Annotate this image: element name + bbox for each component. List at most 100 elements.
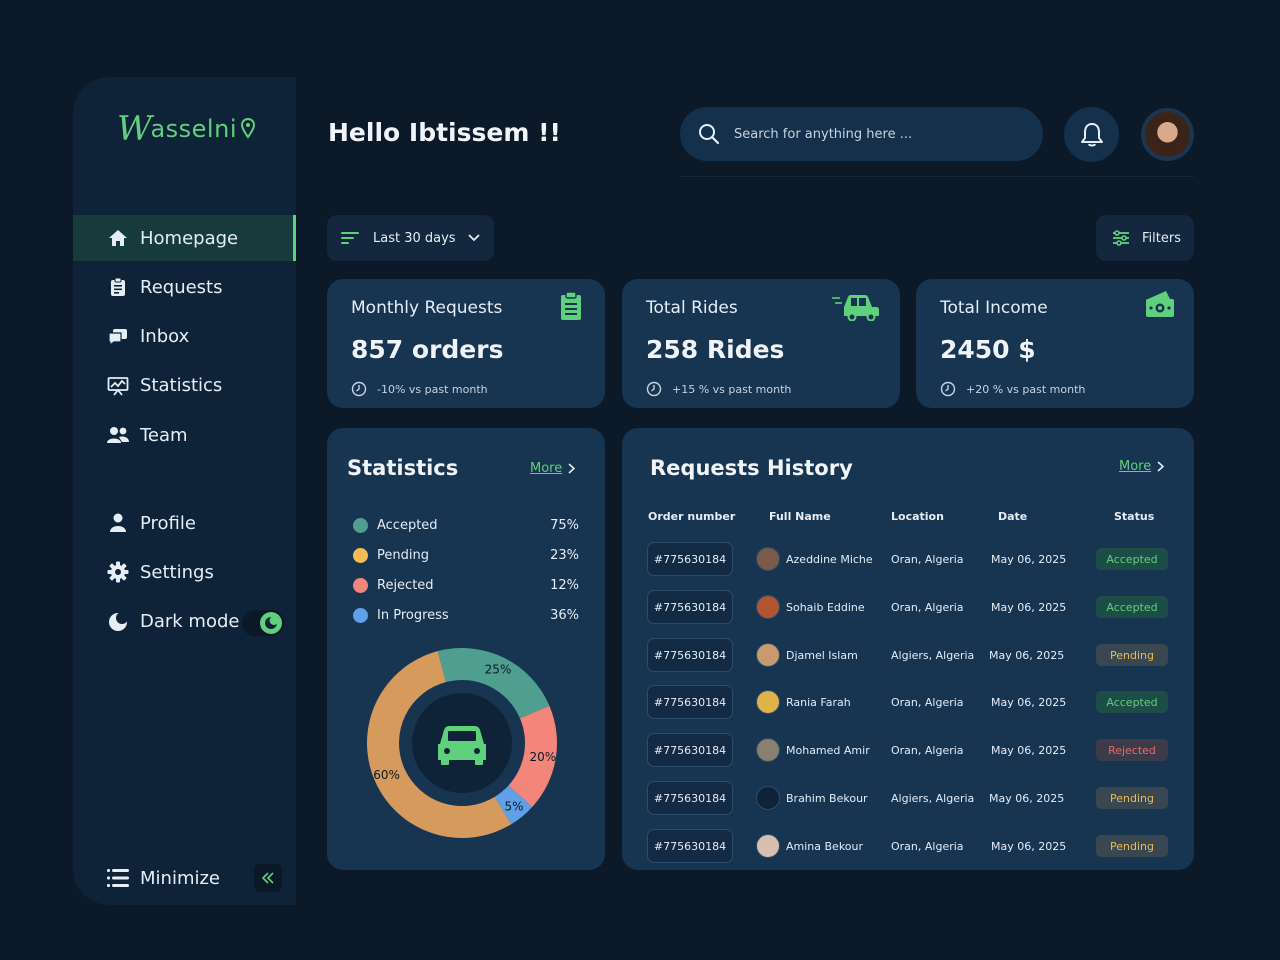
chat-icon <box>107 326 129 348</box>
location-cell: Oran, Algeria <box>891 744 964 757</box>
order-number[interactable]: #775630184 <box>647 781 733 815</box>
table-row[interactable]: #775630184 Azeddine Miche Oran, Algeria May… <box>622 542 1194 578</box>
person-cell: Rania Farah <box>756 690 851 714</box>
statistics-panel: Statistics More Accepted 75% Pending 23%… <box>327 428 605 870</box>
sidebar-item-label: Requests <box>140 276 223 298</box>
legend-dot <box>353 607 368 623</box>
brand-name: asselni <box>150 115 237 143</box>
user-avatar[interactable] <box>1141 108 1194 161</box>
order-number[interactable]: #775630184 <box>647 733 733 767</box>
sidebar-item-dark-mode[interactable]: Dark mode <box>73 599 296 645</box>
team-icon <box>107 424 129 446</box>
sidebar-item-label: Homepage <box>140 227 239 249</box>
history-more-link[interactable]: More <box>1119 459 1165 474</box>
list-icon <box>107 867 129 889</box>
clock-icon <box>351 381 367 397</box>
person-name: Rania Farah <box>786 695 851 709</box>
sidebar-item-label: Settings <box>140 561 214 583</box>
sidebar-item-statistics[interactable]: Statistics <box>73 363 296 409</box>
notifications-button[interactable] <box>1064 107 1119 162</box>
moon-icon <box>107 611 129 633</box>
sidebar-item-inbox[interactable]: Inbox <box>73 314 296 360</box>
sidebar-item-team[interactable]: Team <box>73 412 296 458</box>
legend-item: In Progress 36% <box>353 600 579 630</box>
moon-icon <box>260 611 282 634</box>
donut-chart: 25% 20% 5% 60% <box>367 648 557 838</box>
order-number[interactable]: #775630184 <box>647 542 733 576</box>
date-cell: May 06, 2025 <box>991 696 1067 709</box>
person-name: Sohaib Eddine <box>786 600 865 614</box>
legend-name: Pending <box>377 547 429 563</box>
column-header-location: Location <box>891 510 944 523</box>
filters-label: Filters <box>1142 230 1181 246</box>
location-cell: Oran, Algeria <box>891 601 964 614</box>
search-bar[interactable] <box>680 107 1043 161</box>
statistics-more-link[interactable]: More <box>530 461 576 476</box>
order-number[interactable]: #775630184 <box>647 829 733 863</box>
main-nav: Homepage Requests Inbox Statistics Team <box>73 215 296 461</box>
table-row[interactable]: #775630184 Sohaib Eddine Oran, Algeria May … <box>622 590 1194 626</box>
dark-mode-toggle[interactable] <box>242 609 284 636</box>
stat-card-total-income: Total Income 2450 $ +20 % vs past month <box>916 279 1194 408</box>
table-row[interactable]: #775630184 Brahim Bekour Algiers, Algeria M… <box>622 781 1194 817</box>
brand-initial: W <box>117 109 153 149</box>
filters-button[interactable]: Filters <box>1096 215 1194 261</box>
sidebar-item-profile[interactable]: Profile <box>73 500 296 546</box>
brand-logo[interactable]: W asselni <box>117 107 255 151</box>
search-input[interactable] <box>734 126 1014 142</box>
stat-change: +15 % vs past month <box>646 381 791 397</box>
sliders-icon <box>1113 230 1129 246</box>
minimize-label: Minimize <box>140 867 220 889</box>
status-badge: Rejected <box>1096 739 1168 761</box>
stat-change: +20 % vs past month <box>940 381 1085 397</box>
clipboard-icon <box>560 291 582 325</box>
legend-value: 23% <box>550 547 579 563</box>
location-cell: Oran, Algeria <box>891 553 964 566</box>
sidebar-item-homepage[interactable]: Homepage <box>73 215 296 261</box>
order-number[interactable]: #775630184 <box>647 685 733 719</box>
legend-item: Accepted 75% <box>353 510 579 540</box>
order-number[interactable]: #775630184 <box>647 590 733 624</box>
more-label: More <box>1119 459 1152 474</box>
sidebar-item-requests[interactable]: Requests <box>73 264 296 310</box>
location-cell: Oran, Algeria <box>891 840 964 853</box>
table-row[interactable]: #775630184 Djamel Islam Algiers, Algeria Ma… <box>622 638 1194 674</box>
legend-value: 75% <box>550 517 579 533</box>
secondary-nav: Profile Settings Dark mode <box>73 500 296 648</box>
date-cell: May 06, 2025 <box>991 601 1067 614</box>
date-range-dropdown[interactable]: Last 30 days <box>327 215 494 261</box>
person-cell: Brahim Bekour <box>756 786 868 810</box>
donut-label: 5% <box>505 799 524 813</box>
table-row[interactable]: #775630184 Amina Bekour Oran, Algeria May 0… <box>622 829 1194 865</box>
person-name: Djamel Islam <box>786 648 858 662</box>
status-badge: Pending <box>1096 644 1168 666</box>
collapse-button[interactable] <box>254 864 282 892</box>
order-number[interactable]: #775630184 <box>647 638 733 672</box>
header-divider <box>680 176 1194 177</box>
table-row[interactable]: #775630184 Mohamed Amir Oran, Algeria May 0… <box>622 733 1194 769</box>
avatar <box>756 690 780 714</box>
sidebar-item-label: Statistics <box>140 375 223 397</box>
donut-label: 20% <box>529 750 556 764</box>
table-row[interactable]: #775630184 Rania Farah Oran, Algeria May 06… <box>622 685 1194 721</box>
location-cell: Algiers, Algeria <box>891 649 975 662</box>
money-icon <box>1144 289 1176 323</box>
legend-dot <box>353 577 368 593</box>
avatar <box>756 834 780 858</box>
user-icon <box>107 512 129 534</box>
legend-item: Rejected 12% <box>353 570 579 600</box>
sidebar-item-label: Inbox <box>140 326 190 348</box>
chevron-right-icon <box>568 463 576 474</box>
stat-card-monthly-requests: Monthly Requests 857 orders -10% vs past… <box>327 279 605 408</box>
chevron-right-icon <box>1157 461 1165 472</box>
minimize-sidebar[interactable]: Minimize <box>73 855 296 901</box>
person-name: Brahim Bekour <box>786 791 868 805</box>
date-range-label: Last 30 days <box>373 230 456 246</box>
person-cell: Sohaib Eddine <box>756 595 865 619</box>
sidebar-item-settings[interactable]: Settings <box>73 549 296 595</box>
stat-change-text: -10% vs past month <box>377 382 488 396</box>
legend-name: Rejected <box>377 577 434 593</box>
stat-change-text: +15 % vs past month <box>672 382 792 396</box>
avatar <box>756 738 780 762</box>
panel-title: Requests History <box>650 456 853 480</box>
